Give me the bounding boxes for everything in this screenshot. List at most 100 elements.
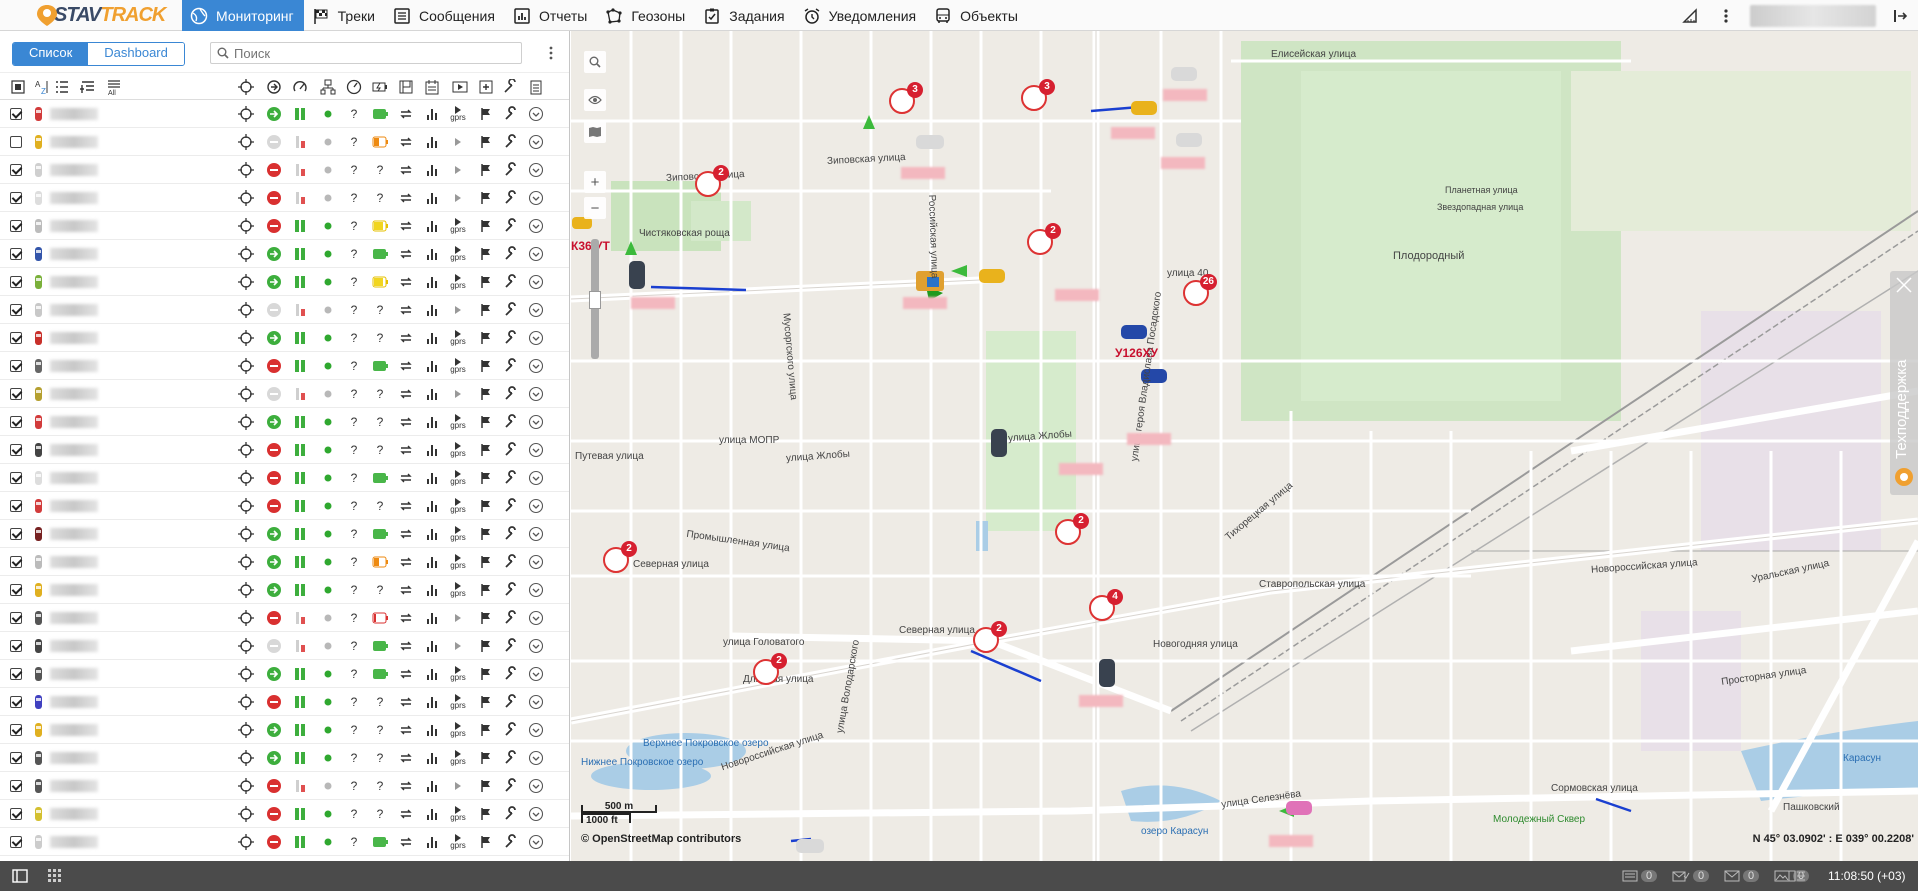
gprs-icon[interactable]: gprs	[450, 218, 466, 234]
gprs-icon[interactable]: gprs	[450, 498, 466, 514]
stats-icon[interactable]	[424, 414, 440, 430]
flag-icon[interactable]	[478, 722, 494, 738]
vehicle-plate[interactable]: У126ХУ	[1115, 346, 1158, 360]
locate-icon[interactable]	[238, 806, 254, 822]
stats-icon[interactable]	[424, 554, 440, 570]
vehicle-cluster[interactable]: 26	[1183, 274, 1217, 306]
network-header-icon[interactable]	[320, 79, 336, 95]
tab-list[interactable]: Список	[13, 43, 89, 65]
flag-icon[interactable]	[478, 582, 494, 598]
refresh-icon[interactable]	[398, 246, 414, 262]
wrench-icon[interactable]	[502, 722, 518, 738]
locate-icon[interactable]	[238, 330, 254, 346]
locate-header-icon[interactable]	[238, 79, 254, 95]
row-checkbox[interactable]	[10, 444, 22, 456]
add-task-header-icon[interactable]	[478, 79, 494, 95]
row-menu-icon[interactable]	[528, 834, 544, 850]
map-search-icon[interactable]	[584, 51, 606, 73]
nav-tab-1[interactable]: Треки	[304, 0, 385, 31]
row-menu-icon[interactable]	[528, 218, 544, 234]
vehicle-name[interactable]	[50, 528, 98, 540]
refresh-icon[interactable]	[398, 190, 414, 206]
locate-icon[interactable]	[238, 246, 254, 262]
zoom-in-button[interactable]: +	[584, 171, 606, 193]
map-attribution[interactable]: © OpenStreetMap contributors	[581, 833, 741, 845]
flag-icon[interactable]	[478, 778, 494, 794]
table-row[interactable]: ?	[0, 128, 569, 156]
list-view-icon[interactable]	[54, 79, 70, 95]
vehicle-cluster[interactable]: 2	[1027, 223, 1061, 255]
row-checkbox[interactable]	[10, 332, 22, 344]
table-row[interactable]: ?? gprs	[0, 744, 569, 772]
table-row[interactable]: ? gprs	[0, 352, 569, 380]
flag-icon[interactable]	[478, 330, 494, 346]
grid-view-icon[interactable]	[48, 867, 62, 885]
stats-icon[interactable]	[424, 834, 440, 850]
stats-icon[interactable]	[424, 498, 440, 514]
locate-icon[interactable]	[238, 582, 254, 598]
locate-icon[interactable]	[238, 386, 254, 402]
vehicle-name[interactable]	[50, 780, 98, 792]
row-menu-icon[interactable]	[528, 386, 544, 402]
flag-icon[interactable]	[478, 302, 494, 318]
row-menu-icon[interactable]	[528, 638, 544, 654]
row-checkbox[interactable]	[10, 528, 22, 540]
row-checkbox[interactable]	[10, 304, 22, 316]
vehicle-name[interactable]	[50, 164, 98, 176]
support-tab[interactable]: Техподдержка	[1890, 271, 1918, 495]
table-row[interactable]: ?? gprs	[0, 716, 569, 744]
vehicle-name[interactable]	[50, 556, 98, 568]
gprs-icon[interactable]: gprs	[450, 414, 466, 430]
locate-icon[interactable]	[238, 442, 254, 458]
flag-icon[interactable]	[478, 106, 494, 122]
row-menu-icon[interactable]	[528, 246, 544, 262]
row-menu-icon[interactable]	[528, 582, 544, 598]
window-layout-icon[interactable]	[1788, 867, 1806, 885]
refresh-icon[interactable]	[398, 750, 414, 766]
refresh-icon[interactable]	[398, 330, 414, 346]
locate-icon[interactable]	[238, 498, 254, 514]
vehicle-cluster[interactable]: 3	[1021, 79, 1055, 111]
stats-icon[interactable]	[424, 638, 440, 654]
close-icon[interactable]	[1894, 275, 1914, 295]
gprs-icon[interactable]	[450, 162, 466, 178]
table-row[interactable]: ? gprs	[0, 660, 569, 688]
stats-icon[interactable]	[424, 806, 440, 822]
vehicle-name[interactable]	[50, 612, 98, 624]
flag-icon[interactable]	[478, 834, 494, 850]
gprs-icon[interactable]: gprs	[450, 442, 466, 458]
vehicle-label[interactable]	[1269, 835, 1313, 847]
row-checkbox[interactable]	[10, 808, 22, 820]
table-row[interactable]: ? gprs	[0, 240, 569, 268]
vehicle-name[interactable]	[50, 444, 98, 456]
locate-icon[interactable]	[238, 190, 254, 206]
flag-icon[interactable]	[478, 554, 494, 570]
user-name[interactable]	[1750, 4, 1876, 27]
row-menu-icon[interactable]	[528, 414, 544, 430]
locate-icon[interactable]	[238, 274, 254, 290]
more-menu-icon[interactable]	[1708, 0, 1744, 31]
panel-menu-icon[interactable]	[544, 44, 558, 62]
table-row[interactable]: ??	[0, 156, 569, 184]
refresh-icon[interactable]	[398, 386, 414, 402]
row-checkbox[interactable]	[10, 640, 22, 652]
locate-icon[interactable]	[238, 106, 254, 122]
ruler-icon[interactable]	[1672, 0, 1708, 31]
row-menu-icon[interactable]	[528, 302, 544, 318]
vehicle-name[interactable]	[50, 724, 98, 736]
stats-icon[interactable]	[424, 666, 440, 682]
refresh-icon[interactable]	[398, 834, 414, 850]
gprs-icon[interactable]	[450, 610, 466, 626]
refresh-icon[interactable]	[398, 582, 414, 598]
gprs-icon[interactable]	[450, 134, 466, 150]
table-row[interactable]: ? gprs	[0, 212, 569, 240]
stats-icon[interactable]	[424, 722, 440, 738]
gprs-icon[interactable]	[450, 302, 466, 318]
vehicle-name[interactable]	[50, 808, 98, 820]
gprs-icon[interactable]: gprs	[450, 582, 466, 598]
wrench-icon[interactable]	[502, 246, 518, 262]
vehicle-name[interactable]	[50, 248, 98, 260]
vehicle-cluster[interactable]: 2	[603, 541, 637, 573]
stats-icon[interactable]	[424, 582, 440, 598]
refresh-icon[interactable]	[398, 638, 414, 654]
